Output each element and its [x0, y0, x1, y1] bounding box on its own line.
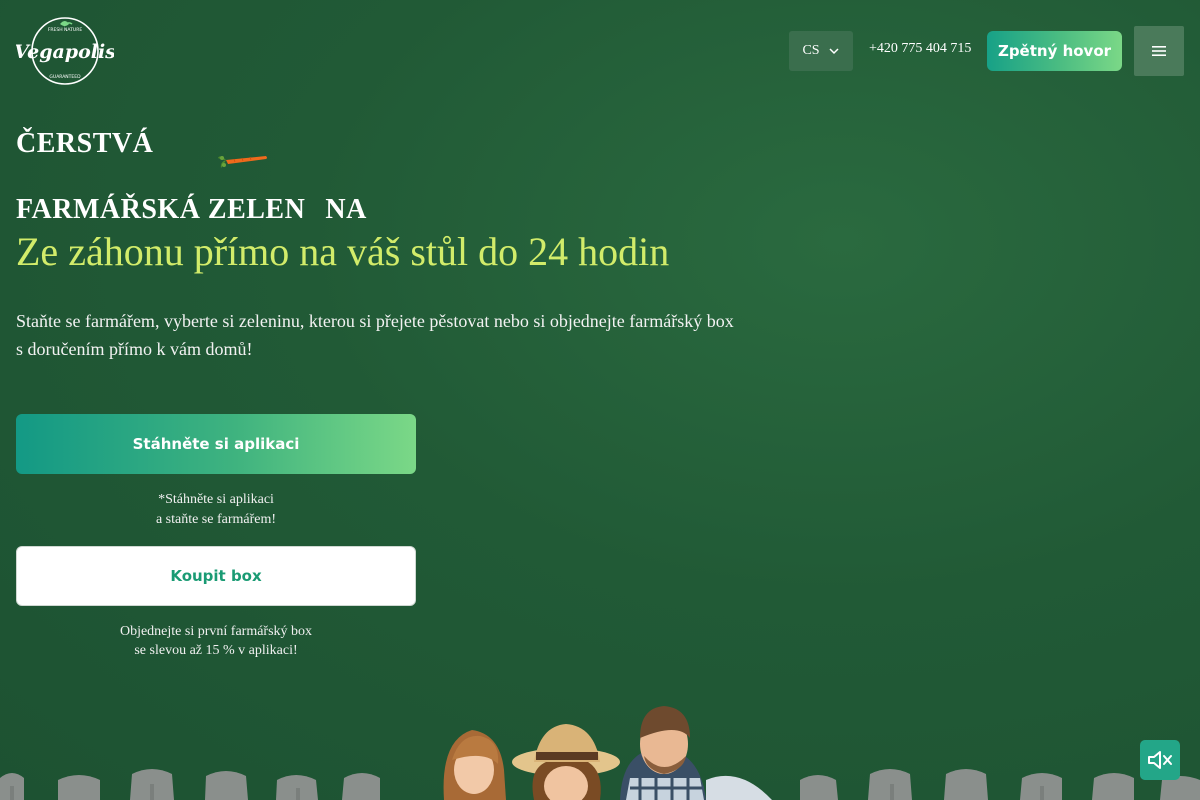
buy-box-note: Objednejte si první farmářský box se sle…: [16, 622, 416, 660]
hero-title-line2: FARMÁŘSKÁ ZELEN NA: [16, 194, 367, 226]
language-selector[interactable]: CS: [789, 31, 853, 71]
hero-title-line1: ČERSTVÁ: [16, 128, 154, 159]
hero-lead-line1: Staňte se farmářem, vyberte si zeleninu,…: [16, 311, 734, 331]
logo-wordmark: Vegapolis: [16, 41, 114, 63]
hero-lead-line2: s doručením přímo k vám domů!: [16, 339, 253, 359]
carrot-icon: [218, 156, 267, 168]
callback-button[interactable]: Zpětný hovor: [987, 31, 1122, 71]
download-app-button[interactable]: Stáhněte si aplikaci: [16, 414, 416, 474]
volume-mute-icon: [1148, 751, 1172, 769]
hero-title-line2-b: NA: [325, 194, 367, 225]
hamburger-menu-icon: [1152, 46, 1166, 56]
language-label: CS: [802, 43, 820, 58]
hero-title-line2-a: FARMÁŘSKÁ ZELEN: [16, 194, 306, 225]
logo-ring-bottom: GUARANTEED: [49, 74, 81, 80]
menu-button[interactable]: [1134, 26, 1184, 76]
hero-family-illustration: [0, 706, 1200, 800]
sound-toggle-button[interactable]: [1140, 740, 1180, 780]
logo-ring-top: FRESH NATURE: [48, 27, 82, 33]
phone-link[interactable]: +420 775 404 715: [869, 41, 971, 57]
hero-lead: Staňte se farmářem, vyberte si zeleninu,…: [16, 307, 756, 363]
vegapolis-logo[interactable]: Vegapolis FRESH NATURE GUARANTEED: [16, 16, 114, 86]
download-app-note: *Stáhněte si aplikaci a staňte se farmář…: [16, 490, 416, 530]
chevron-down-icon: [829, 48, 839, 55]
download-app-note-line2: a staňte se farmářem!: [155, 512, 277, 527]
buy-box-note-line1: Objednejte si první farmářský box: [119, 624, 313, 639]
buy-box-note-line2: se slevou až 15 % v aplikaci!: [134, 643, 298, 658]
download-app-note-line1: *Stáhněte si aplikaci: [158, 492, 274, 507]
hero-subtitle: Ze záhonu přímo na váš stůl do 24 hodin: [16, 229, 670, 274]
buy-box-button[interactable]: Koupit box: [16, 546, 416, 606]
